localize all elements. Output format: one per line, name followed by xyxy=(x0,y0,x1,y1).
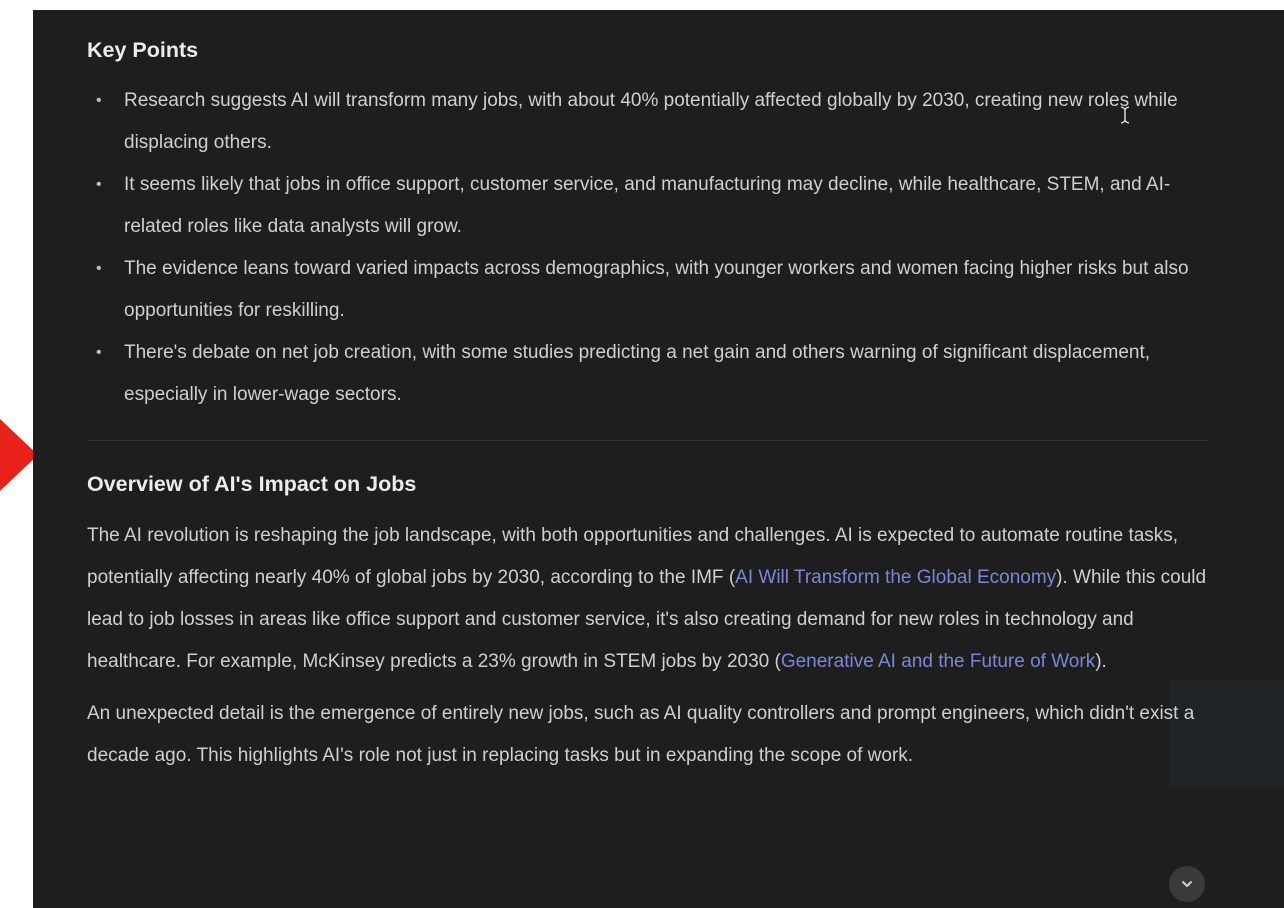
screenshot-stage: Key Points • Research suggests AI will t… xyxy=(0,0,1284,908)
overview-paragraph-2: An unexpected detail is the emergence of… xyxy=(87,703,1195,766)
text-cursor-icon xyxy=(1120,106,1130,128)
overview-paragraph-1: The AI revolution is reshaping the job l… xyxy=(87,515,1207,683)
key-points-list: • Research suggests AI will transform ma… xyxy=(87,80,1207,416)
list-item-text: It seems likely that jobs in office supp… xyxy=(124,174,1171,237)
list-item: • It seems likely that jobs in office su… xyxy=(87,164,1207,248)
scroll-down-button[interactable] xyxy=(1169,866,1205,902)
list-item: • The evidence leans toward varied impac… xyxy=(87,248,1207,332)
response-content: Key Points • Research suggests AI will t… xyxy=(87,34,1207,777)
overview-heading: Overview of AI's Impact on Jobs xyxy=(87,472,417,496)
response-panel: Key Points • Research suggests AI will t… xyxy=(33,10,1284,908)
list-item-text: The evidence leans toward varied impacts… xyxy=(124,258,1189,321)
section-divider xyxy=(87,440,1207,441)
paragraph-text: ). xyxy=(1095,651,1107,672)
imf-source-link[interactable]: AI Will Transform the Global Economy xyxy=(735,567,1056,588)
bullet-icon: • xyxy=(96,176,102,193)
bullet-icon: • xyxy=(96,92,102,109)
bullet-icon: • xyxy=(96,344,102,361)
list-item: • There's debate on net job creation, wi… xyxy=(87,332,1207,416)
chevron-down-icon xyxy=(1182,881,1192,887)
list-item: • Research suggests AI will transform ma… xyxy=(87,80,1207,164)
bullet-icon: • xyxy=(96,260,102,277)
key-points-heading: Key Points xyxy=(87,38,199,62)
mckinsey-source-link[interactable]: Generative AI and the Future of Work xyxy=(781,651,1095,672)
list-item-text: Research suggests AI will transform many… xyxy=(124,90,1178,153)
list-item-text: There's debate on net job creation, with… xyxy=(124,342,1151,405)
